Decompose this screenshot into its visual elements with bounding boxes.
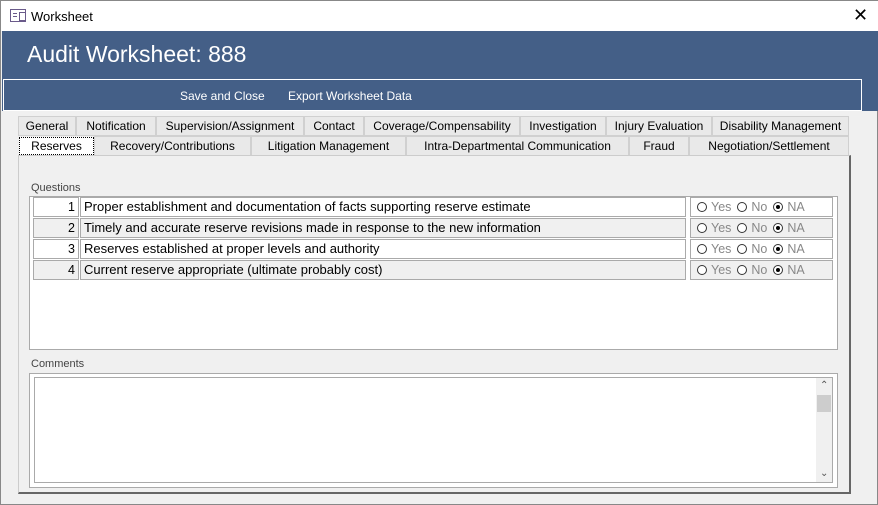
save-and-close-button[interactable]: Save and Close [180, 89, 265, 103]
option-label: Yes [711, 263, 732, 277]
answer-option-group: Yes No NA [690, 260, 833, 280]
save-label: Save and Close [180, 89, 265, 103]
scroll-up-icon[interactable]: ⌃ [820, 380, 828, 391]
question-number: 2 [33, 218, 79, 238]
tab-fraud[interactable]: Fraud [629, 136, 689, 156]
option-label: NA [787, 200, 805, 214]
tab-investigation[interactable]: Investigation [520, 116, 606, 136]
close-button[interactable]: ✕ [853, 5, 868, 26]
radio-icon[interactable] [737, 202, 748, 212]
option-label: NA [787, 221, 805, 235]
tab-injury-evaluation[interactable]: Injury Evaluation [606, 116, 712, 136]
tab-litigation-management[interactable]: Litigation Management [251, 136, 406, 156]
option-na[interactable]: NA [773, 219, 805, 237]
tab-supervision-assignment[interactable]: Supervision/Assignment [156, 116, 304, 136]
option-label: NA [787, 242, 805, 256]
option-label: No [751, 242, 768, 256]
radio-icon[interactable] [737, 265, 748, 275]
radio-icon[interactable] [697, 202, 707, 212]
radio-icon[interactable] [773, 223, 784, 233]
option-label: No [751, 221, 768, 235]
option-no[interactable]: No [737, 198, 767, 216]
question-text: Timely and accurate reserve revisions ma… [80, 218, 686, 238]
answer-option-group: Yes No NA [690, 218, 833, 238]
tab-general[interactable]: General [18, 116, 76, 136]
option-na[interactable]: NA [773, 240, 805, 258]
option-label: No [751, 263, 768, 277]
tab-disability-management[interactable]: Disability Management [712, 116, 849, 136]
tab-coverage-compensability[interactable]: Coverage/Compensability [364, 116, 520, 136]
radio-icon[interactable] [737, 244, 748, 254]
radio-icon[interactable] [773, 244, 784, 254]
option-na[interactable]: NA [773, 261, 805, 279]
question-text: Proper establishment and documentation o… [80, 197, 686, 217]
tab-recovery-contributions[interactable]: Recovery/Contributions [94, 136, 251, 156]
scrollbar-thumb[interactable] [817, 395, 831, 412]
option-yes[interactable]: Yes [697, 219, 731, 237]
page-title: Audit Worksheet: 888 [27, 41, 247, 67]
question-number: 3 [33, 239, 79, 259]
questions-label: Questions [31, 182, 81, 194]
option-yes[interactable]: Yes [697, 240, 731, 258]
option-no[interactable]: No [737, 219, 767, 237]
tab-reserves[interactable]: Reserves [19, 137, 94, 155]
option-label: Yes [711, 242, 732, 256]
option-label: Yes [711, 221, 732, 235]
radio-icon[interactable] [697, 265, 707, 275]
tab-notification[interactable]: Notification [76, 116, 156, 136]
radio-icon[interactable] [773, 202, 784, 212]
question-number: 4 [33, 260, 79, 280]
window-title: Worksheet [31, 9, 93, 24]
answer-option-group: Yes No NA [690, 239, 833, 259]
title-bar [1, 1, 878, 31]
option-yes[interactable]: Yes [697, 198, 731, 216]
export-worksheet-data-button[interactable]: Export Worksheet Data [288, 89, 412, 103]
question-number: 1 [33, 197, 79, 217]
comments-scrollbar[interactable] [816, 378, 832, 482]
option-na[interactable]: NA [773, 198, 805, 216]
option-yes[interactable]: Yes [697, 261, 731, 279]
tab-negotiation-settlement[interactable]: Negotiation/Settlement [689, 136, 849, 156]
radio-icon[interactable] [737, 223, 748, 233]
radio-icon[interactable] [697, 244, 707, 254]
answer-option-group: Yes No NA [690, 197, 833, 217]
radio-icon[interactable] [773, 265, 784, 275]
option-no[interactable]: No [737, 261, 767, 279]
radio-icon[interactable] [697, 223, 707, 233]
option-no[interactable]: No [737, 240, 767, 258]
tab-intra-departmental-communication[interactable]: Intra-Departmental Communication [406, 136, 629, 156]
question-text: Reserves established at proper levels an… [80, 239, 686, 259]
button-bar [3, 79, 862, 111]
form-icon [10, 9, 26, 22]
option-label: No [751, 200, 768, 214]
tab-contact[interactable]: Contact [304, 116, 364, 136]
comments-textarea[interactable] [34, 377, 833, 483]
scroll-down-icon[interactable]: ⌄ [820, 468, 828, 479]
option-label: NA [787, 263, 805, 277]
question-text: Current reserve appropriate (ultimate pr… [80, 260, 686, 280]
comments-label: Comments [31, 358, 85, 370]
option-label: Yes [711, 200, 732, 214]
